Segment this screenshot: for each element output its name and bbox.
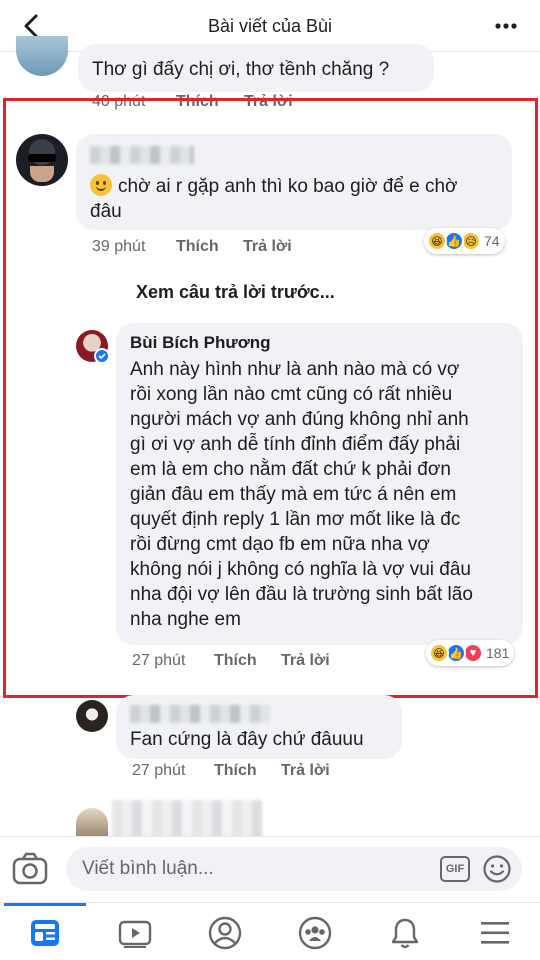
comment-time: 27 phút bbox=[132, 762, 186, 779]
comment-meta: 39 phút Thích Trả lời bbox=[92, 238, 392, 256]
page-title: Bài viết của Bùi bbox=[207, 16, 333, 36]
comment-line: rồi xong lần nào cmt cũng có rất nhiều bbox=[130, 384, 453, 405]
slight-smile-emoji-icon bbox=[90, 174, 112, 196]
menu-icon bbox=[481, 922, 509, 944]
like-reaction-icon: 👍 bbox=[444, 231, 464, 251]
comment-time: 40 phút bbox=[92, 93, 146, 110]
reaction-count: 74 bbox=[484, 233, 500, 249]
avatar[interactable] bbox=[76, 700, 108, 732]
comment-bubble: chờ ai r gặp anh thì ko bao giờ để e chờ… bbox=[76, 134, 512, 230]
comment-line: nha đội vợ lên đầu là trường sinh bất lã… bbox=[130, 584, 473, 605]
reply-bubble: Bùi Bích Phương Anh này hình như là anh … bbox=[116, 323, 523, 645]
comment-input-placeholder: Viết bình luận... bbox=[82, 858, 214, 879]
comment-time: 27 phút bbox=[132, 652, 186, 669]
love-reaction-icon: ♥ bbox=[463, 643, 483, 663]
avatar[interactable] bbox=[16, 134, 68, 186]
comment-author[interactable]: Bùi Bích Phương bbox=[130, 333, 271, 353]
comment-time: 39 phút bbox=[92, 238, 146, 255]
video-icon bbox=[118, 920, 152, 948]
like-button[interactable]: Thích bbox=[214, 652, 257, 670]
comment-line: gì ơi vợ anh dễ tính đỉnh điểm đấy phải bbox=[130, 434, 461, 455]
avatar[interactable] bbox=[16, 36, 68, 76]
comment-meta: 40 phút Thích Trả lời bbox=[92, 93, 392, 111]
groups-icon bbox=[298, 916, 332, 950]
active-tab-indicator bbox=[4, 903, 86, 906]
reaction-summary[interactable]: 😆 👍 ♥ 181 bbox=[426, 640, 515, 666]
comment-composer: Viết bình luận... GIF bbox=[0, 836, 540, 902]
reaction-count: 181 bbox=[486, 645, 510, 661]
redacted-name bbox=[90, 146, 194, 164]
comment-text: Thơ gì đấy chị ơi, thơ tềnh chăng ? bbox=[92, 59, 390, 80]
comment-line: Anh này hình như là anh nào mà có vợ bbox=[130, 359, 460, 380]
redacted-name bbox=[112, 800, 262, 840]
verified-badge-icon bbox=[94, 348, 110, 364]
comment-line: quyết định reply 1 lần mơ mốt like là đc bbox=[130, 509, 461, 530]
redacted-name bbox=[130, 705, 270, 723]
comment-input[interactable]: Viết bình luận... GIF bbox=[66, 847, 522, 891]
camera-icon[interactable] bbox=[12, 852, 48, 886]
feed-icon bbox=[31, 920, 59, 946]
comment-text: chờ ai r gặp anh thì ko bao giờ để e chờ… bbox=[90, 174, 500, 224]
smiley-icon[interactable] bbox=[482, 854, 512, 884]
comment-text: Fan cứng là đây chứ đâuuu bbox=[130, 729, 364, 750]
comment-text: Anh này hình như là anh nào mà có vợ rồi… bbox=[130, 357, 515, 632]
haha-reaction-icon: 😆 bbox=[427, 231, 447, 251]
comment-meta: 27 phút Thích Trả lời bbox=[132, 652, 432, 670]
comment-line: nha nghe em bbox=[130, 609, 241, 630]
reply-bubble: Fan cứng là đây chứ đâuuu bbox=[116, 695, 402, 759]
tab-groups[interactable] bbox=[295, 913, 335, 953]
like-button[interactable]: Thích bbox=[176, 93, 219, 111]
haha-reaction-icon: 😆 bbox=[429, 643, 449, 663]
tab-notifications[interactable] bbox=[385, 913, 425, 953]
reply-button[interactable]: Trả lời bbox=[281, 652, 330, 670]
bottom-tab-bar bbox=[0, 902, 540, 960]
tab-feed[interactable] bbox=[25, 913, 65, 953]
reply-button[interactable]: Trả lời bbox=[244, 93, 293, 111]
view-previous-replies-link[interactable]: Xem câu trả lời trước... bbox=[136, 282, 335, 303]
like-button[interactable]: Thích bbox=[214, 762, 257, 780]
tab-profile[interactable] bbox=[205, 913, 245, 953]
sad-reaction-icon: 😥 bbox=[461, 231, 481, 251]
comment-line: đâu bbox=[90, 201, 122, 222]
more-dots-icon[interactable] bbox=[494, 14, 518, 38]
like-button[interactable]: Thích bbox=[176, 238, 219, 256]
comment-line: em là em cho nằm đất chứ k phải đơn bbox=[130, 459, 451, 480]
avatar[interactable] bbox=[76, 808, 108, 836]
comment-meta: 27 phút Thích Trả lời bbox=[132, 762, 432, 780]
profile-icon bbox=[208, 916, 242, 950]
tab-watch[interactable] bbox=[115, 913, 155, 953]
comment-line: không nói j không có nghĩa là vợ vui đâu bbox=[130, 559, 471, 580]
comment-line: người mách vợ anh đúng không nhỉ anh bbox=[130, 409, 469, 430]
tab-menu[interactable] bbox=[475, 913, 515, 953]
reply-button[interactable]: Trả lời bbox=[281, 762, 330, 780]
comment-line: rồi đừng cmt dạo fb em nữa nha vợ bbox=[130, 534, 430, 555]
bell-icon bbox=[391, 918, 419, 949]
gif-icon[interactable]: GIF bbox=[440, 856, 470, 882]
reply-button[interactable]: Trả lời bbox=[243, 238, 292, 256]
reaction-summary[interactable]: 😆 👍 😥 74 bbox=[424, 228, 505, 254]
comment-line: giản đâu em thấy mà em tức á nên em bbox=[130, 484, 457, 505]
like-reaction-icon: 👍 bbox=[446, 643, 466, 663]
comment-bubble: Thơ gì đấy chị ơi, thơ tềnh chăng ? bbox=[78, 44, 434, 92]
comment-line: chờ ai r gặp anh thì ko bao giờ để e chờ bbox=[118, 176, 458, 197]
